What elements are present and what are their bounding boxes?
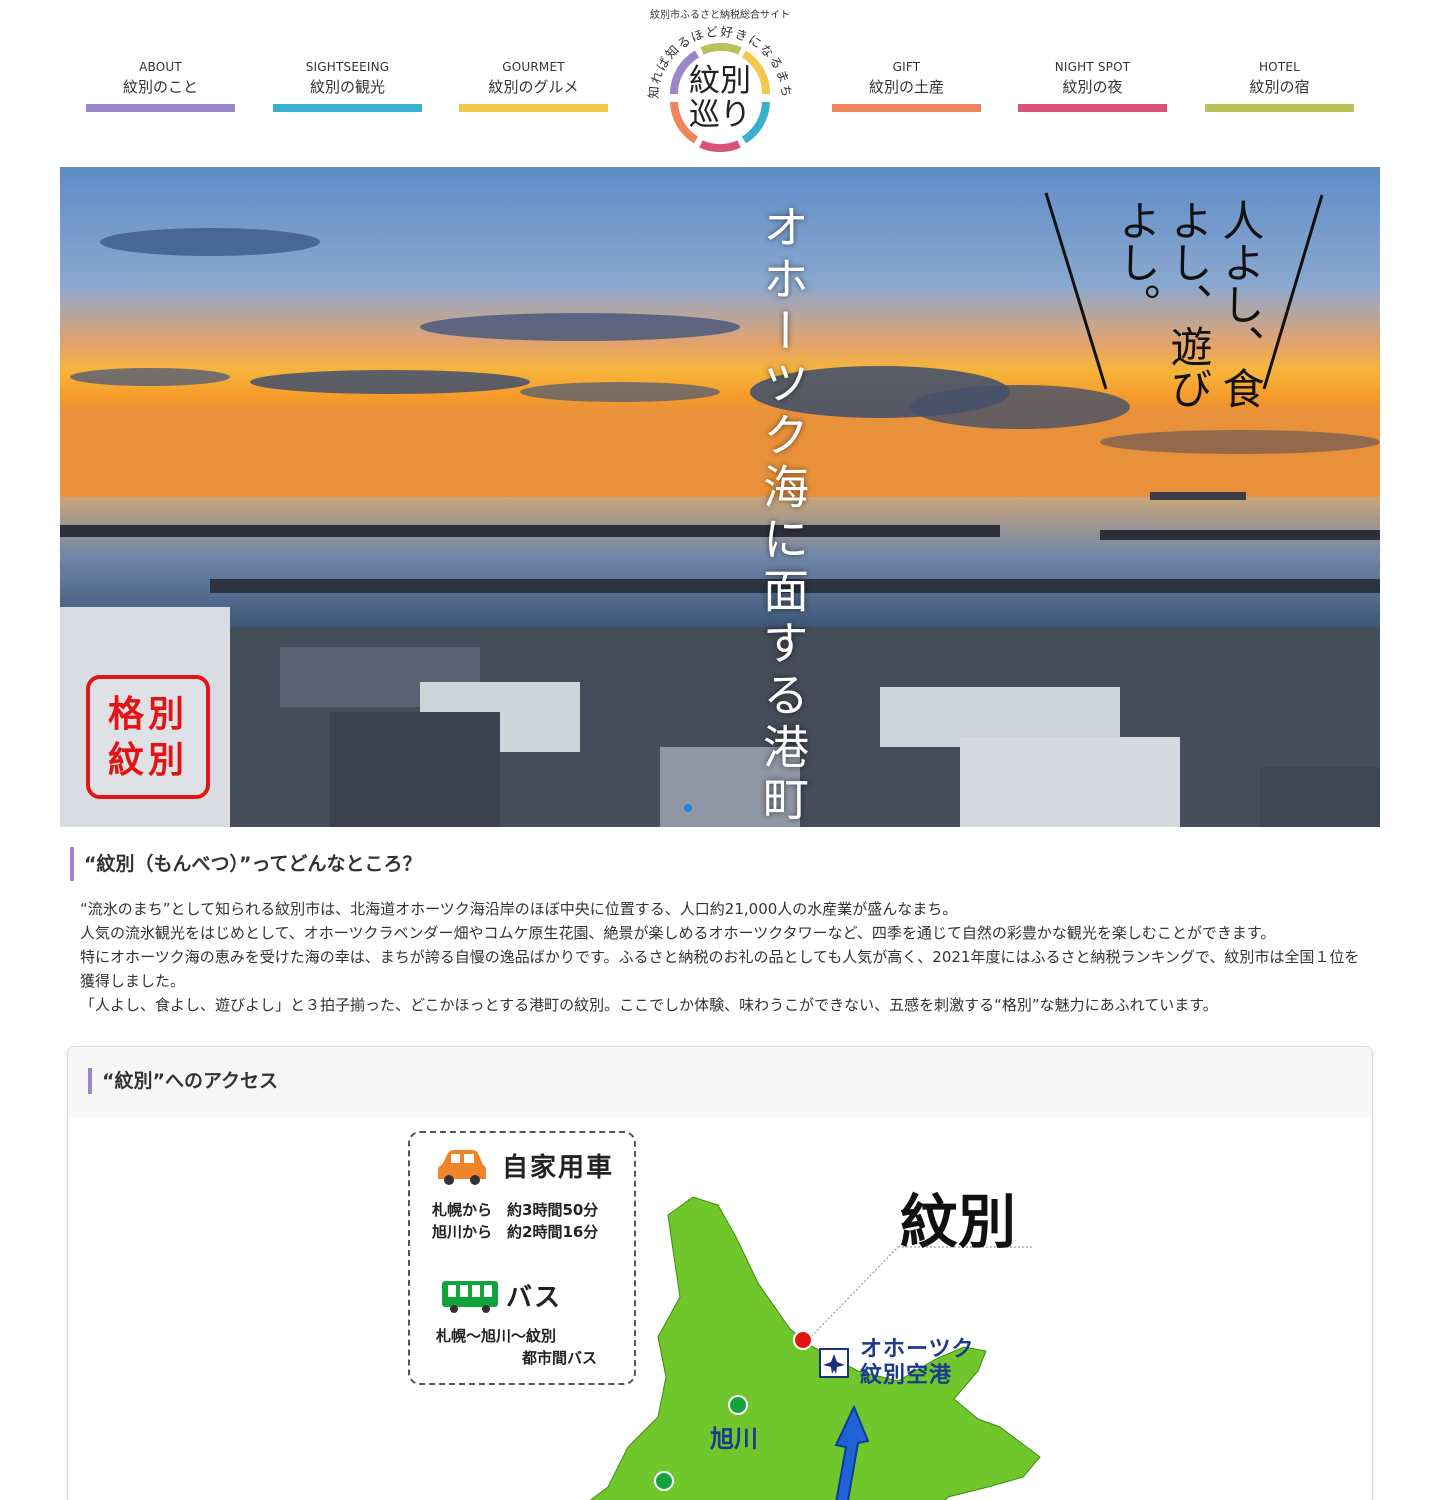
- airport-line: 紋別空港: [860, 1363, 953, 1388]
- nav-label-ja: 紋別の夜: [1062, 78, 1123, 96]
- about-paragraph: 「人よし、食よし、遊びよし」と３拍子揃った、どこかほっとする港町の紋別。ここでし…: [80, 996, 1218, 1014]
- nav-label-en: GOURMET: [502, 60, 565, 74]
- about-paragraph: 人気の流氷観光をはじめとして、オホーツクラベンダー畑やコムケ原生花園、絶景が楽し…: [80, 924, 1276, 942]
- route-info-box: 自家用車 札幌から 約3時間50分 旭川から 約2時間16分 バス 札幌〜旭川〜…: [408, 1131, 636, 1385]
- nav-underline: [1205, 104, 1354, 112]
- site-logo[interactable]: 知れば知るほど好きになるまち 紋別 巡り: [640, 20, 800, 162]
- about-heading: “紋別（もんべつ）”ってどんなところ？: [70, 847, 422, 881]
- logo-title: 紋別: [689, 63, 751, 99]
- logo-title: 巡り: [689, 97, 751, 133]
- car-route-line: 旭川から 約2時間16分: [432, 1223, 599, 1241]
- nav-label-ja: 紋別の宿: [1249, 78, 1310, 96]
- nav-underline: [459, 104, 608, 112]
- nav-label-en: SIGHTSEEING: [305, 60, 390, 74]
- bus-route-line: 札幌〜旭川〜紋別: [436, 1327, 557, 1345]
- bus-route-title: バス: [506, 1283, 563, 1313]
- nav-item-about[interactable]: ABOUT 紋別のこと: [86, 58, 235, 112]
- car-route-line: 札幌から 約3時間50分: [432, 1201, 599, 1219]
- nav-label-en: GIFT: [892, 60, 921, 74]
- bus-route-line: 都市間バス: [522, 1349, 598, 1367]
- about-paragraph: 特にオホーツク海の恵みを受けた海の幸は、まちが誇る自慢の逸品ばかりです。ふるさと…: [80, 948, 1360, 990]
- access-card: “紋別”へのアクセス 紋別 オホーツク 紋別空港 旭川 自家用車 札幌から 約3…: [67, 1046, 1373, 1500]
- nav-underline: [832, 104, 981, 112]
- airport-line: オホーツク: [860, 1337, 975, 1362]
- car-route-title: 自家用車: [502, 1153, 615, 1183]
- nav-label-ja: 紋別のグルメ: [488, 78, 579, 96]
- carousel-dot[interactable]: [684, 804, 692, 812]
- map-label-monbetsu: 紋別: [900, 1188, 1017, 1256]
- nav-underline: [1018, 104, 1167, 112]
- nav-underline: [273, 104, 422, 112]
- site-tagline: 紋別市ふるさと納税総合サイト: [650, 10, 790, 21]
- stamp-text: 紋別: [107, 739, 188, 781]
- nav-label-en: NIGHT SPOT: [1054, 60, 1131, 74]
- hero-vertical-title: オホーツク海に面する港町: [756, 203, 810, 827]
- nav-item-hotel[interactable]: HOTEL 紋別の宿: [1205, 58, 1354, 112]
- nav-item-night-spot[interactable]: NIGHT SPOT 紋別の夜: [1018, 58, 1167, 112]
- nav-label-en: ABOUT: [139, 60, 182, 74]
- nav-label-ja: 紋別の土産: [868, 78, 944, 96]
- about-text: “流氷のまち”として知られる紋別市は、北海道オホーツク海沿岸のほぼ中央に位置する…: [80, 897, 1370, 1017]
- nav-item-gift[interactable]: GIFT 紋別の土産: [832, 58, 981, 112]
- nav-item-gourmet[interactable]: GOURMET 紋別のグルメ: [459, 58, 608, 112]
- map-label-asahikawa: 旭川: [710, 1425, 758, 1453]
- bus-icon: [442, 1281, 498, 1313]
- stamp-text: 格別: [107, 693, 188, 735]
- map-label-airport: オホーツク 紋別空港: [860, 1337, 975, 1389]
- nav-label-ja: 紋別のこと: [122, 78, 198, 96]
- about-paragraph: “流氷のまち”として知られる紋別市は、北海道オホーツク海沿岸のほぼ中央に位置する…: [80, 900, 958, 918]
- car-icon: [438, 1150, 486, 1185]
- site-header: 紋別市ふるさと納税総合サイト ABOUT 紋別のこと SIGHTSEEING 紋…: [0, 0, 1440, 165]
- nav-label-en: HOTEL: [1258, 60, 1301, 74]
- nav-underline: [86, 104, 235, 112]
- nav-item-sightseeing[interactable]: SIGHTSEEING 紋別の観光: [273, 58, 422, 112]
- nav-label-ja: 紋別の観光: [309, 78, 385, 96]
- hero-slogan: 人よし、食よし、遊びよし。: [1112, 199, 1265, 409]
- hero-slider[interactable]: オホーツク海に面する港町 人よし、食よし、遊びよし。 格別 紋別: [60, 167, 1380, 827]
- kakubetsu-stamp-logo: 格別 紋別: [86, 675, 210, 799]
